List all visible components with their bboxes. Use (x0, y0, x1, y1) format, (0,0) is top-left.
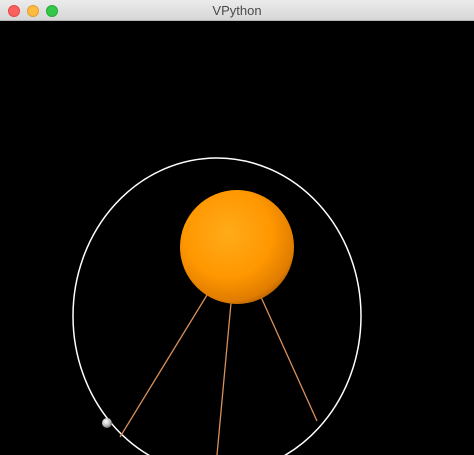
planet-sphere (102, 418, 112, 428)
scene-canvas[interactable] (0, 21, 474, 455)
vpython-window: VPython (0, 0, 474, 455)
sun-sphere (180, 190, 294, 304)
spoke-left (119, 294, 208, 438)
scene-svg (72, 157, 362, 455)
window-title: VPython (212, 3, 262, 18)
spoke-right (260, 296, 318, 422)
spoke-center (216, 302, 232, 455)
title-bar[interactable]: VPython (0, 0, 474, 21)
